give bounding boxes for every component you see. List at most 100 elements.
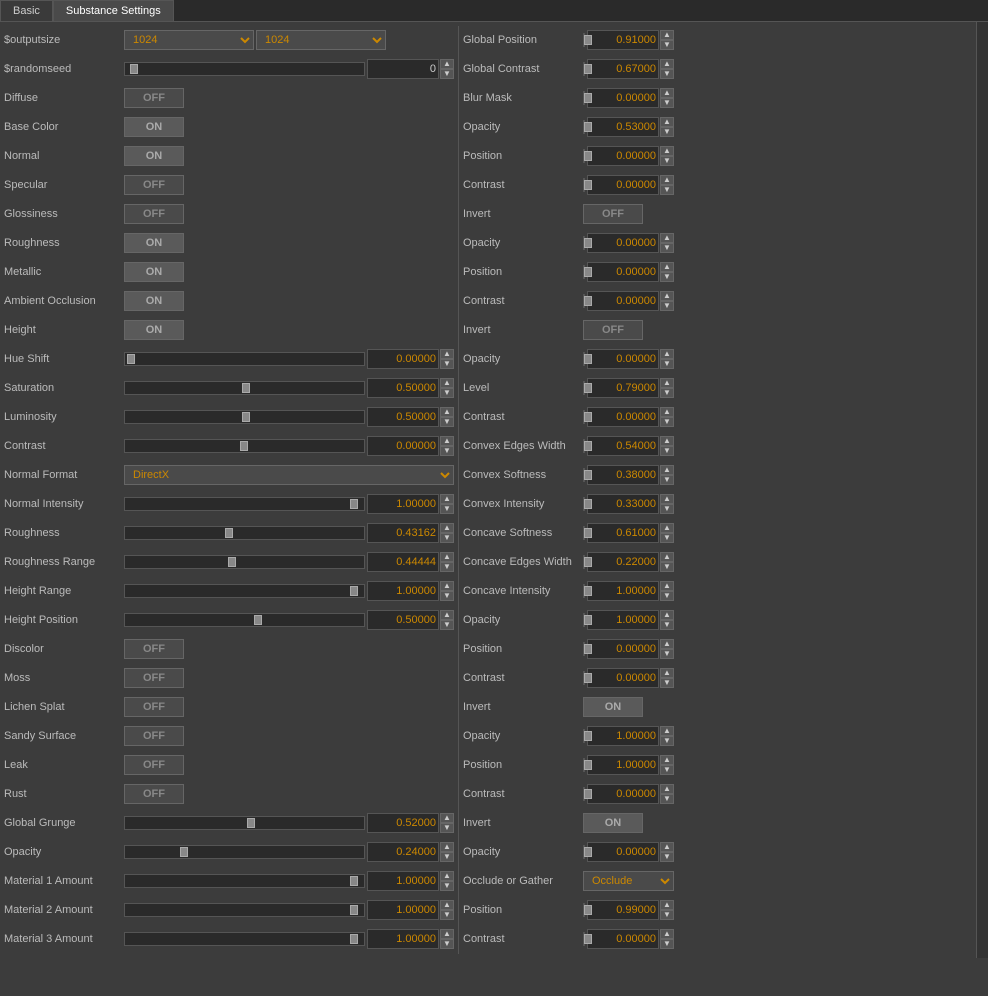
spin-down[interactable]: ▼ xyxy=(660,649,674,659)
number-input[interactable] xyxy=(587,465,659,485)
slider-track[interactable] xyxy=(583,352,585,366)
spin-down[interactable]: ▼ xyxy=(660,504,674,514)
spin-up[interactable]: ▲ xyxy=(440,842,454,852)
spin-up[interactable]: ▲ xyxy=(660,378,674,388)
spin-down[interactable]: ▼ xyxy=(440,504,454,514)
slider-track[interactable] xyxy=(583,932,585,946)
number-input[interactable] xyxy=(587,929,659,949)
spin-down[interactable]: ▼ xyxy=(660,40,674,50)
spin-down[interactable]: ▼ xyxy=(440,562,454,572)
spin-down[interactable]: ▼ xyxy=(440,881,454,891)
spin-down[interactable]: ▼ xyxy=(440,591,454,601)
toggle-button[interactable]: OFF xyxy=(124,755,184,775)
slider-track[interactable] xyxy=(583,497,585,511)
spin-up[interactable]: ▲ xyxy=(440,436,454,446)
slider-track[interactable] xyxy=(583,33,585,47)
toggle-button[interactable]: OFF xyxy=(583,204,643,224)
toggle-button[interactable]: OFF xyxy=(583,320,643,340)
spin-up[interactable]: ▲ xyxy=(660,581,674,591)
spin-up[interactable]: ▲ xyxy=(660,59,674,69)
slider-track[interactable] xyxy=(124,932,365,946)
spin-up[interactable]: ▲ xyxy=(660,436,674,446)
spin-down[interactable]: ▼ xyxy=(660,272,674,282)
toggle-button[interactable]: ON xyxy=(583,697,643,717)
spin-down[interactable]: ▼ xyxy=(660,591,674,601)
spin-down[interactable]: ▼ xyxy=(660,359,674,369)
slider-track[interactable] xyxy=(583,903,585,917)
spin-down[interactable]: ▼ xyxy=(660,475,674,485)
spin-up[interactable]: ▲ xyxy=(660,233,674,243)
spin-up[interactable]: ▲ xyxy=(660,465,674,475)
number-input[interactable] xyxy=(587,233,659,253)
scrollbar[interactable] xyxy=(976,22,988,958)
spin-up[interactable]: ▲ xyxy=(440,407,454,417)
number-input[interactable] xyxy=(587,842,659,862)
number-input[interactable] xyxy=(587,436,659,456)
spin-down[interactable]: ▼ xyxy=(660,243,674,253)
spin-up[interactable]: ▲ xyxy=(440,349,454,359)
outputsize-select-1[interactable]: 1024 xyxy=(124,30,254,50)
number-input[interactable] xyxy=(587,523,659,543)
slider-track[interactable] xyxy=(583,787,585,801)
number-input[interactable] xyxy=(587,175,659,195)
slider-track[interactable] xyxy=(124,381,365,395)
toggle-button[interactable]: OFF xyxy=(124,726,184,746)
spin-down[interactable]: ▼ xyxy=(660,765,674,775)
spin-down[interactable]: ▼ xyxy=(660,939,674,949)
spin-up[interactable]: ▲ xyxy=(440,929,454,939)
number-input[interactable] xyxy=(587,726,659,746)
spin-up[interactable]: ▲ xyxy=(440,610,454,620)
toggle-button[interactable]: ON xyxy=(124,117,184,137)
toggle-button[interactable]: OFF xyxy=(124,175,184,195)
number-input[interactable] xyxy=(587,668,659,688)
toggle-button[interactable]: ON xyxy=(124,233,184,253)
slider-track[interactable] xyxy=(583,381,585,395)
number-input[interactable] xyxy=(587,59,659,79)
spin-down[interactable]: ▼ xyxy=(660,794,674,804)
slider-track[interactable] xyxy=(583,526,585,540)
spin-up[interactable]: ▲ xyxy=(660,146,674,156)
spin-down[interactable]: ▼ xyxy=(660,156,674,166)
spin-down[interactable]: ▼ xyxy=(440,852,454,862)
slider-track[interactable] xyxy=(124,845,365,859)
number-input[interactable] xyxy=(587,88,659,108)
spin-down[interactable]: ▼ xyxy=(440,388,454,398)
number-input[interactable] xyxy=(587,552,659,572)
spin-up[interactable]: ▲ xyxy=(660,262,674,272)
slider-track[interactable] xyxy=(583,439,585,453)
toggle-button[interactable]: OFF xyxy=(124,204,184,224)
spin-down[interactable]: ▼ xyxy=(660,98,674,108)
number-input[interactable] xyxy=(367,523,439,543)
number-input[interactable] xyxy=(587,349,659,369)
number-input[interactable] xyxy=(367,871,439,891)
toggle-button[interactable]: ON xyxy=(583,813,643,833)
dropdown-select[interactable]: Occlude xyxy=(583,871,674,891)
spin-up[interactable]: ▲ xyxy=(440,59,454,69)
slider-track[interactable] xyxy=(583,555,585,569)
tab-basic[interactable]: Basic xyxy=(0,0,53,21)
spin-down[interactable]: ▼ xyxy=(440,533,454,543)
number-input[interactable] xyxy=(587,639,659,659)
number-input[interactable] xyxy=(587,262,659,282)
spin-down[interactable]: ▼ xyxy=(440,69,454,79)
spin-down[interactable]: ▼ xyxy=(660,69,674,79)
number-input[interactable] xyxy=(367,378,439,398)
number-input[interactable] xyxy=(367,436,439,456)
number-input[interactable] xyxy=(367,407,439,427)
slider-track[interactable] xyxy=(124,874,365,888)
toggle-button[interactable]: OFF xyxy=(124,88,184,108)
slider-track[interactable] xyxy=(583,729,585,743)
spin-down[interactable]: ▼ xyxy=(660,910,674,920)
slider-track[interactable] xyxy=(124,903,365,917)
spin-up[interactable]: ▲ xyxy=(440,552,454,562)
spin-down[interactable]: ▼ xyxy=(660,736,674,746)
toggle-button[interactable]: ON xyxy=(124,320,184,340)
slider-track[interactable] xyxy=(583,845,585,859)
spin-up[interactable]: ▲ xyxy=(440,813,454,823)
slider-track[interactable] xyxy=(583,468,585,482)
number-input[interactable] xyxy=(587,900,659,920)
number-input[interactable] xyxy=(587,755,659,775)
slider-track[interactable] xyxy=(583,149,585,163)
spin-up[interactable]: ▲ xyxy=(660,726,674,736)
number-input[interactable] xyxy=(367,813,439,833)
